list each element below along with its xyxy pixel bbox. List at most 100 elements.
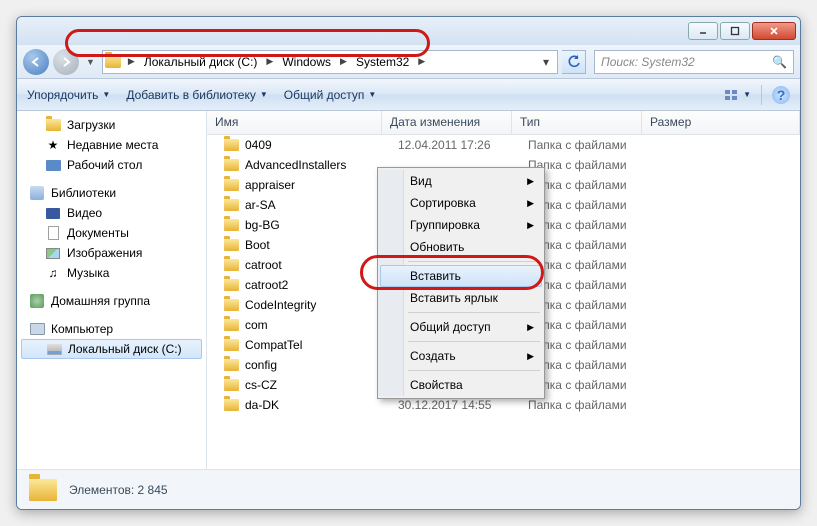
menu-item[interactable]: Вставить [380,265,542,287]
doc-icon [45,225,61,241]
folder-icon [224,239,239,251]
file-type: Папка с файлами [528,358,658,372]
minimize-button[interactable] [688,22,718,40]
sidebar-item[interactable]: Изображения [17,243,206,263]
file-name: appraiser [245,178,295,192]
submenu-arrow-icon: ▶ [527,322,534,333]
folder-icon [224,299,239,311]
table-row[interactable]: 040912.04.2011 17:26Папка с файлами [207,135,800,155]
file-type: Папка с файлами [528,158,658,172]
menu-item[interactable]: Создать▶ [380,345,542,367]
folder-icon [224,359,239,371]
menu-item[interactable]: Общий доступ▶ [380,316,542,338]
breadcrumb-segment[interactable]: Локальный диск (C:) [138,51,264,73]
sidebar-label: Компьютер [51,322,113,336]
back-button[interactable] [23,49,49,75]
file-name: CodeIntegrity [245,298,316,312]
column-date[interactable]: Дата изменения [382,111,512,134]
refresh-button[interactable] [562,50,586,74]
explorer-window: ▼ ▶ Локальный диск (C:) ▶ Windows ▶ Syst… [16,16,801,510]
column-headers: Имя Дата изменения Тип Размер [207,111,800,135]
include-library-menu[interactable]: Добавить в библиотеку▼ [126,88,267,102]
sidebar-item[interactable]: ♫ Музыка [17,263,206,283]
status-label: Элементов: [69,483,134,497]
file-name: catroot [245,258,282,272]
file-name: com [245,318,268,332]
sidebar-label: Домашняя группа [51,294,150,308]
file-name: da-DK [245,398,279,412]
file-name: config [245,358,277,372]
lib-icon [29,185,45,201]
forward-button[interactable] [53,49,79,75]
star-icon: ★ [45,137,61,153]
chevron-right-icon: ▶ [415,56,428,67]
status-count: 2 845 [138,483,168,497]
file-name: Boot [245,238,270,252]
menu-item[interactable]: Сортировка▶ [380,192,542,214]
folder-icon [224,339,239,351]
file-name: cs-CZ [245,378,277,392]
menu-separator [408,261,540,262]
sidebar-label: Загрузки [67,118,115,132]
address-bar[interactable]: ▶ Локальный диск (C:) ▶ Windows ▶ System… [102,50,558,74]
help-button[interactable]: ? [772,86,790,104]
sidebar-item[interactable]: Локальный диск (C:) [21,339,202,359]
sidebar-item[interactable]: Библиотеки [17,183,206,203]
folder-icon [224,199,239,211]
address-dropdown[interactable]: ▾ [537,55,555,69]
menu-item[interactable]: Вид▶ [380,170,542,192]
folder-icon [224,319,239,331]
submenu-arrow-icon: ▶ [527,220,534,231]
column-type[interactable]: Тип [512,111,642,134]
file-date: 30.12.2017 14:55 [398,398,528,412]
menu-item[interactable]: Группировка▶ [380,214,542,236]
chevron-right-icon: ▶ [263,56,276,67]
breadcrumb-segment[interactable]: System32 [350,51,415,73]
sidebar-item[interactable]: Видео [17,203,206,223]
organize-menu[interactable]: Упорядочить▼ [27,88,110,102]
hg-icon [29,293,45,309]
file-type: Папка с файлами [528,338,658,352]
column-name[interactable]: Имя [207,111,382,134]
sidebar-item[interactable]: Домашняя группа [17,291,206,311]
file-name: catroot2 [245,278,288,292]
file-type: Папка с файлами [528,258,658,272]
sidebar-item[interactable]: Документы [17,223,206,243]
column-size[interactable]: Размер [642,111,800,134]
maximize-button[interactable] [720,22,750,40]
sidebar-label: Видео [67,206,102,220]
close-button[interactable] [752,22,796,40]
menu-separator [408,370,540,371]
sidebar-item[interactable]: Рабочий стол [17,155,206,175]
sidebar-item[interactable]: Загрузки [17,115,206,135]
breadcrumb-segment[interactable]: Windows [276,51,337,73]
sidebar-item[interactable]: Компьютер [17,319,206,339]
folder-icon [224,179,239,191]
file-date: 12.04.2011 17:26 [398,138,528,152]
file-type: Папка с файлами [528,278,658,292]
sidebar-item[interactable]: ★Недавние места [17,135,206,155]
sidebar-label: Музыка [67,266,109,280]
view-options-button[interactable]: ▼ [724,88,751,102]
file-type: Папка с файлами [528,378,658,392]
separator [761,85,762,105]
submenu-arrow-icon: ▶ [527,198,534,209]
file-type: Папка с файлами [528,318,658,332]
menu-item[interactable]: Свойства [380,374,542,396]
navigation-bar: ▼ ▶ Локальный диск (C:) ▶ Windows ▶ Syst… [17,45,800,79]
folder-icon [224,259,239,271]
music-icon: ♫ [45,265,61,281]
file-name: AdvancedInstallers [245,158,346,172]
desk-icon [45,157,61,173]
search-icon: 🔍 [772,55,787,69]
search-input[interactable]: Поиск: System32 🔍 [594,50,794,74]
history-dropdown[interactable]: ▼ [83,57,98,67]
search-placeholder: Поиск: System32 [601,55,695,69]
menu-item[interactable]: Вставить ярлык [380,287,542,309]
menu-item[interactable]: Обновить [380,236,542,258]
share-menu[interactable]: Общий доступ▼ [284,88,377,102]
folder-icon [224,159,239,171]
folder-icon [224,379,239,391]
file-type: Папка с файлами [528,238,658,252]
titlebar [17,17,800,45]
